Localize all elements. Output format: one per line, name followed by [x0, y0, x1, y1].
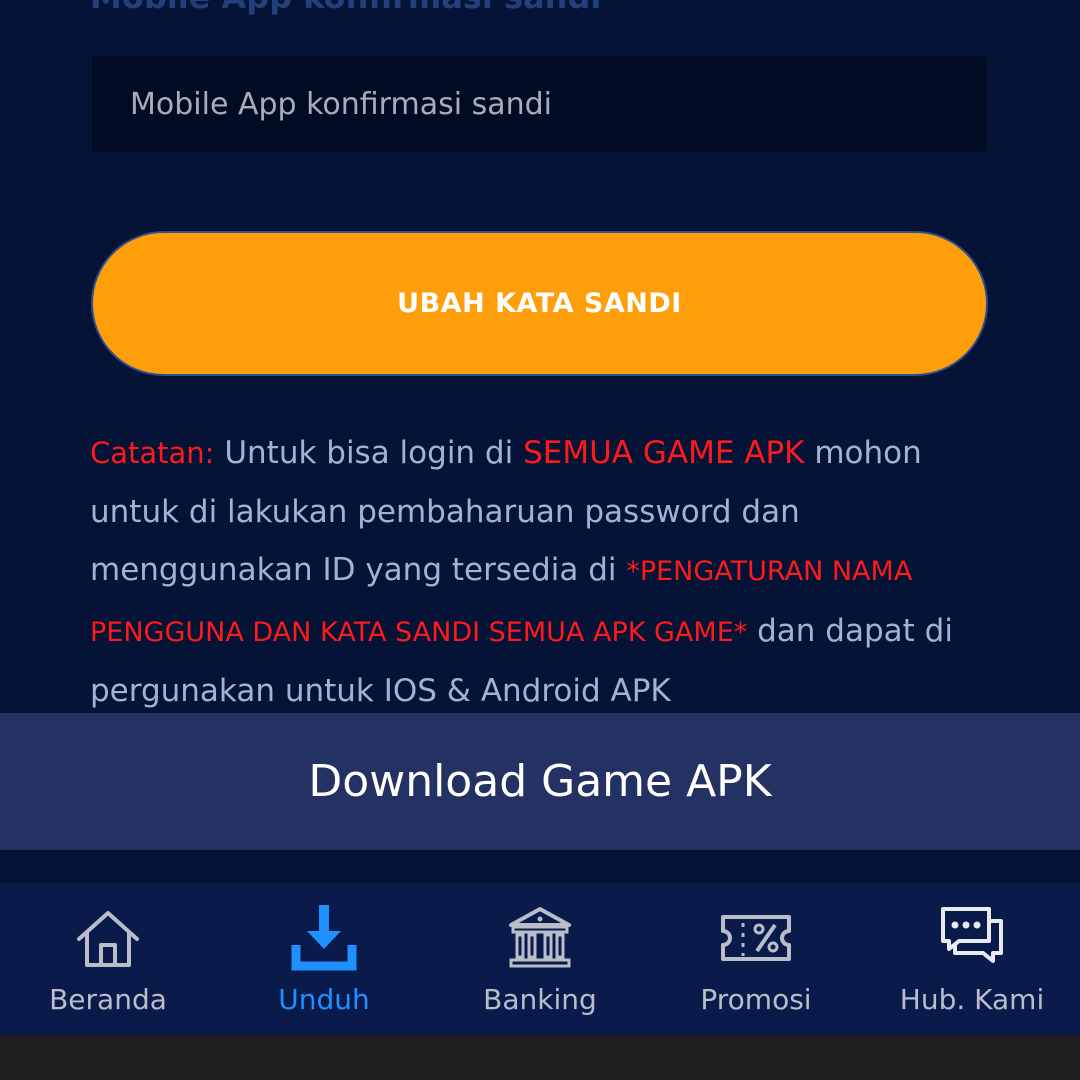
divider — [0, 850, 1080, 883]
nav-item-beranda[interactable]: Beranda — [0, 883, 216, 1035]
note-label: Catatan: — [90, 436, 215, 470]
nav-label-unduh: Unduh — [278, 983, 370, 1016]
bottom-nav: Beranda Unduh Banking Promosi Hub. Kami — [0, 883, 1080, 1035]
note-highlight-1: SEMUA GAME APK — [523, 435, 805, 471]
note-text-1: Untuk bisa login di — [214, 435, 524, 471]
download-game-apk-button[interactable]: Download Game APK — [0, 713, 1080, 850]
bank-icon — [509, 907, 571, 968]
chat-icon — [941, 907, 1003, 963]
nav-label-banking: Banking — [483, 983, 597, 1016]
system-navigation-bar — [0, 1035, 1080, 1080]
nav-item-banking[interactable]: Banking — [432, 883, 648, 1035]
download-bar-label: Download Game APK — [308, 756, 772, 807]
coupon-percent-icon — [721, 915, 791, 961]
nav-item-promosi[interactable]: Promosi — [648, 883, 864, 1035]
download-icon — [291, 905, 357, 971]
page: Mobile App konfirmasi sandi UBAH KATA SA… — [0, 0, 1080, 1080]
change-password-button[interactable]: UBAH KATA SANDI — [91, 231, 988, 376]
home-icon — [77, 911, 139, 967]
note-text: Catatan: Untuk bisa login di SEMUA GAME … — [90, 424, 990, 721]
nav-label-promosi: Promosi — [700, 983, 812, 1016]
nav-item-unduh[interactable]: Unduh — [216, 883, 432, 1035]
nav-label-hub-kami: Hub. Kami — [899, 983, 1045, 1016]
field-label: Mobile App konfirmasi sandi — [90, 0, 601, 16]
confirm-password-input[interactable] — [92, 56, 987, 152]
nav-item-hub-kami[interactable]: Hub. Kami — [864, 883, 1080, 1035]
nav-label-beranda: Beranda — [49, 983, 167, 1016]
